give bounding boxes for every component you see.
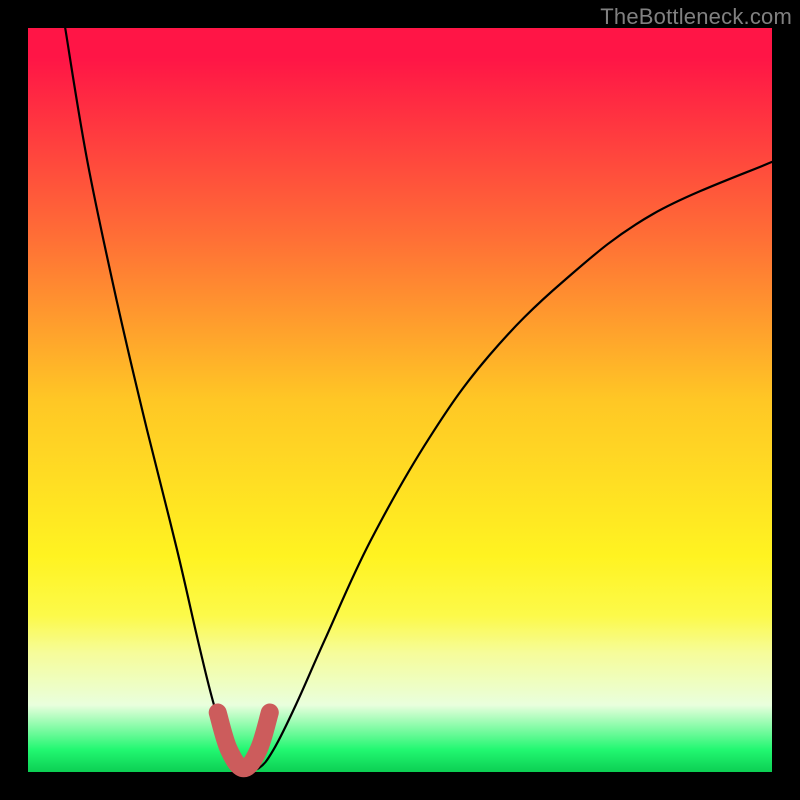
bottleneck-curve-right <box>244 162 772 770</box>
watermark-text: TheBottleneck.com <box>600 4 792 30</box>
bottleneck-curve-left <box>65 28 244 768</box>
chart-plot-area <box>28 28 772 772</box>
chart-svg <box>28 28 772 772</box>
optimal-range-highlight <box>218 713 270 769</box>
